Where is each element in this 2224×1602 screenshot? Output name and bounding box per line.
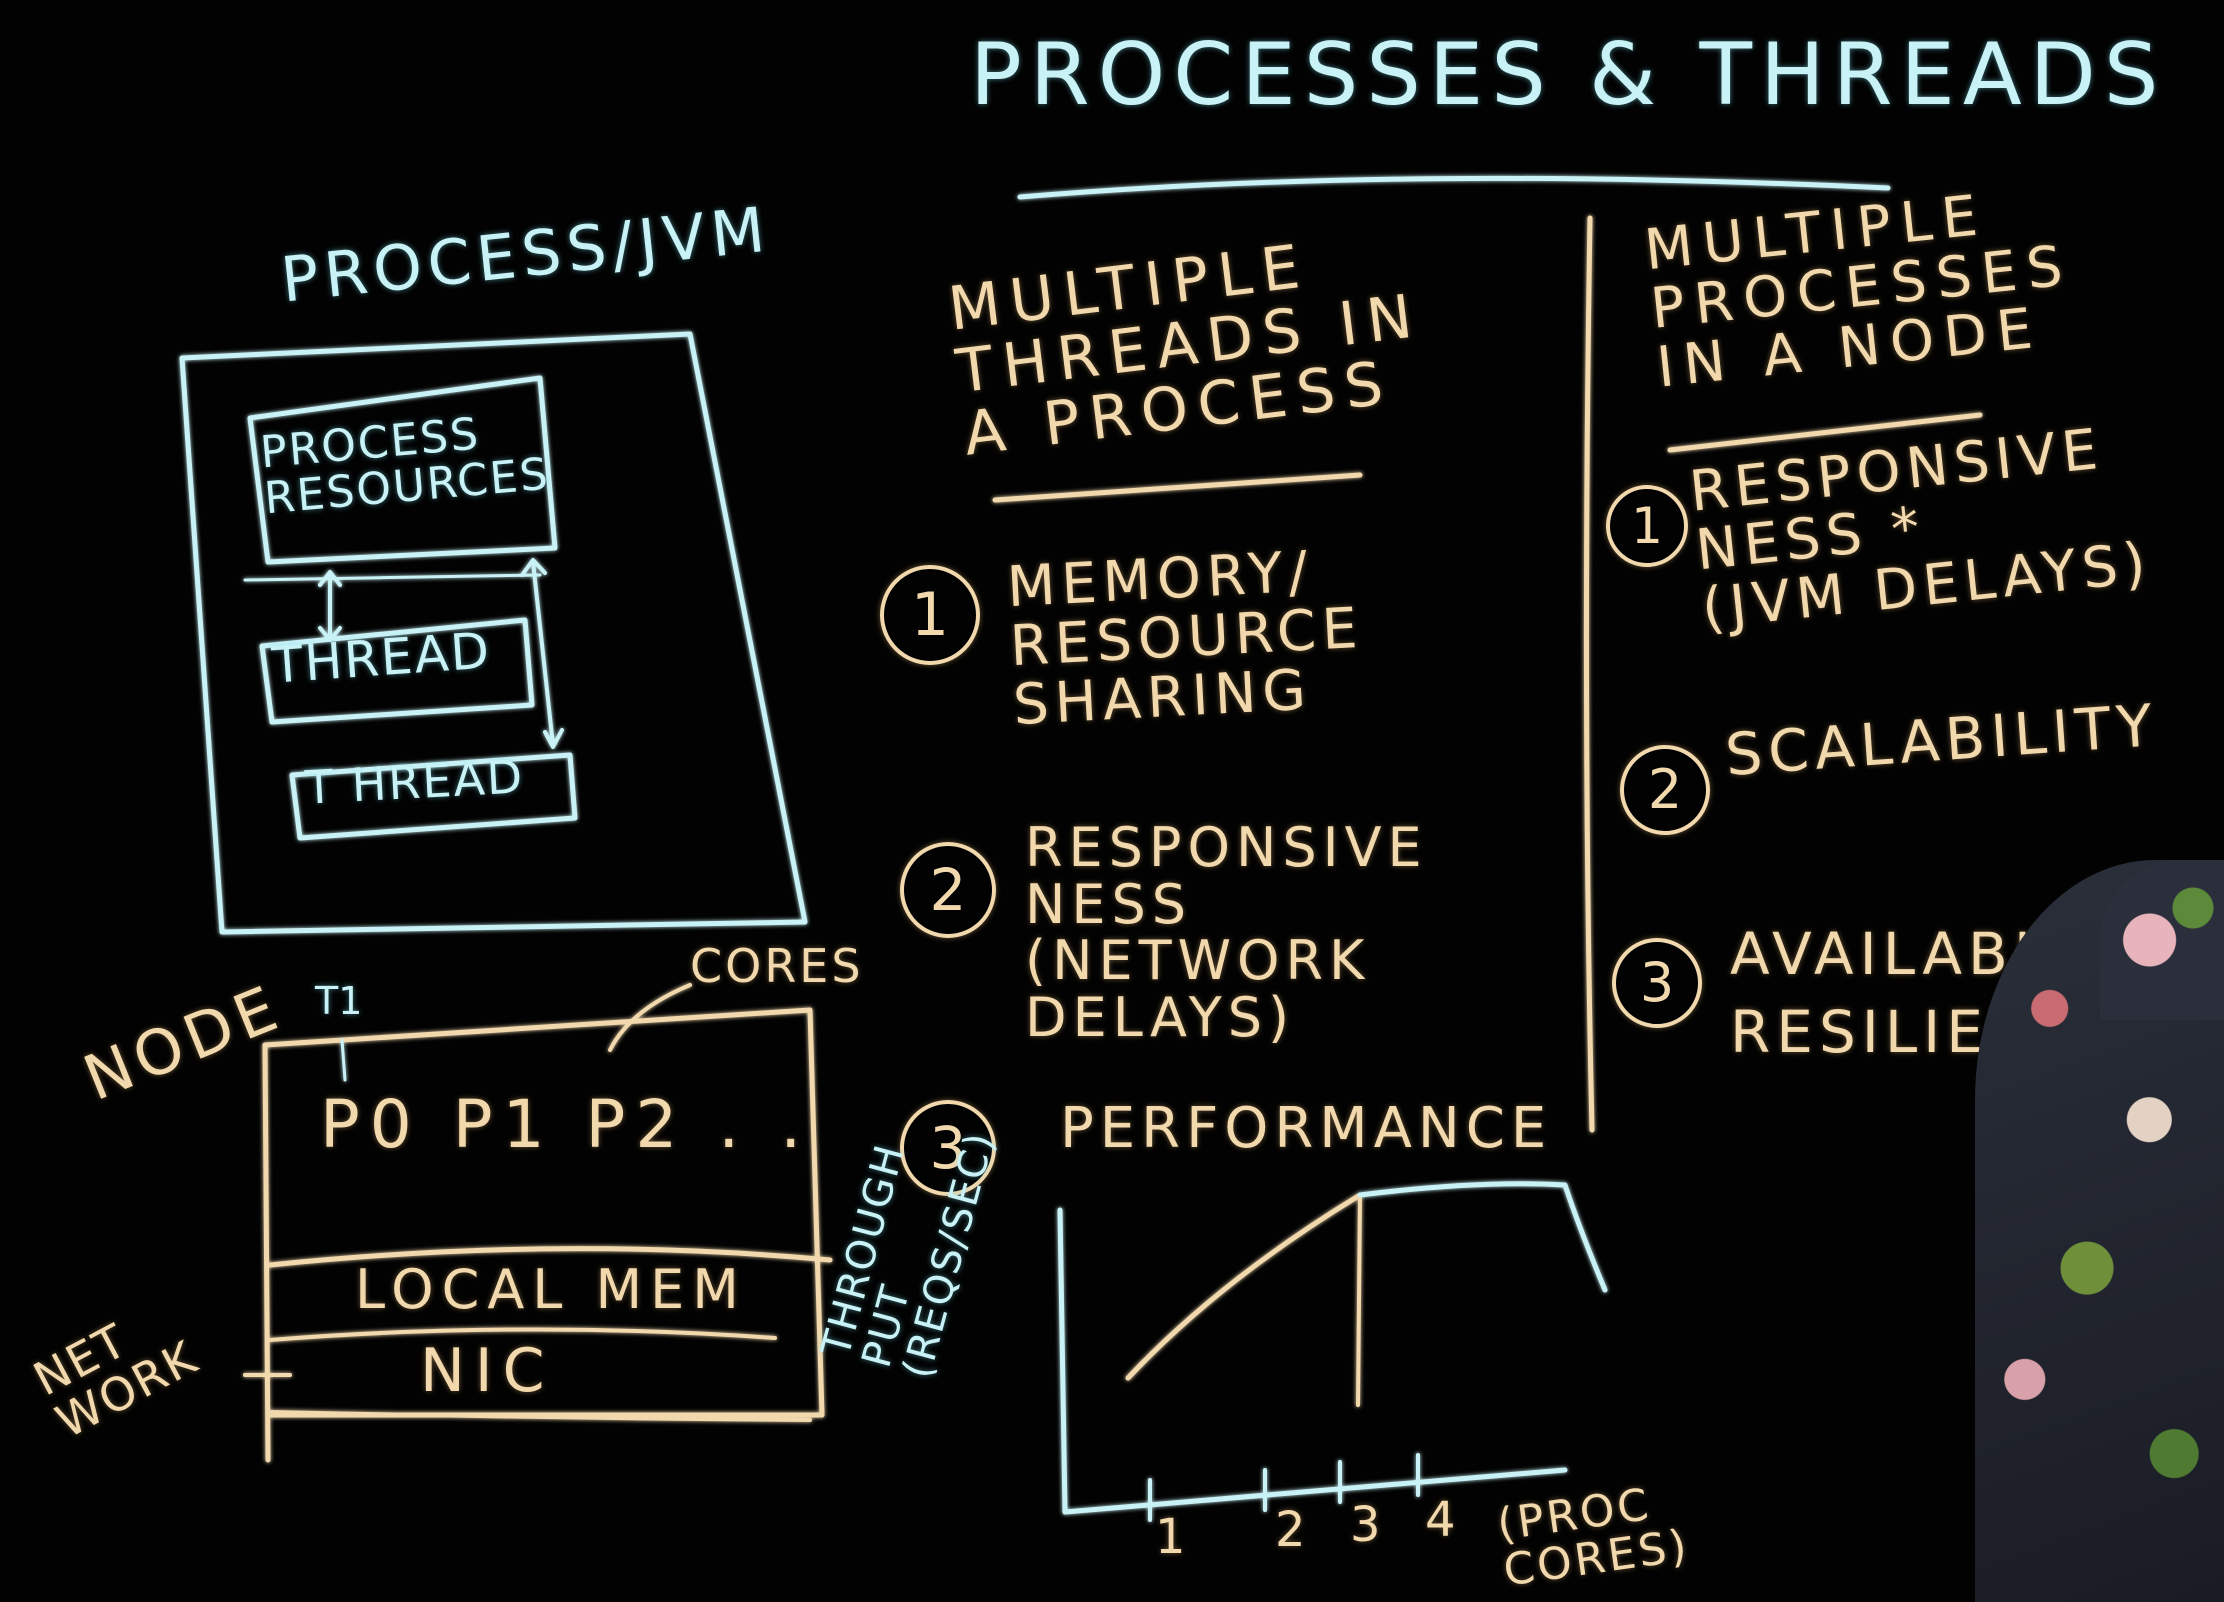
graph-y-axis: [1057, 1207, 1068, 1515]
graph-xtick-3: 3: [1350, 1497, 1387, 1553]
graph-x-axis: [1062, 1467, 1568, 1515]
processes-item-1-badge: 1: [1606, 485, 1688, 567]
t1-label: T1: [315, 979, 363, 1023]
throughput-rise: [1125, 1192, 1363, 1381]
thread2-label: T HREAD: [303, 749, 526, 815]
processes-item-2-badge: 2: [1620, 745, 1710, 835]
cores-label: CORES: [690, 939, 864, 993]
graph-xtick-1: 1: [1155, 1509, 1192, 1565]
nic-label: NIC: [420, 1336, 555, 1406]
throughput-plateau: [1357, 1181, 1608, 1293]
peak-marker: [1356, 1193, 1362, 1407]
graph-xtick-2: 2: [1275, 1502, 1312, 1558]
column-divider: [1583, 215, 1595, 1133]
title-underline: [1017, 175, 1891, 200]
threads-item-2-badge: 2: [900, 842, 996, 938]
arrow-1: [318, 570, 342, 642]
graph-xtick-4: 4: [1425, 1492, 1462, 1548]
local-mem-label: LOCAL MEM: [355, 1258, 747, 1321]
processes-item-3-badge: 3: [1612, 938, 1702, 1028]
threads-item-1-badge: 1: [880, 565, 980, 665]
threads-heading-underline: [992, 472, 1363, 503]
cpu-list: P0 P1 P2 . .: [320, 1086, 812, 1163]
page-title: PROCESSES & THREADS: [970, 25, 2167, 125]
threads-item-3-text: PERFORMANCE: [1060, 1096, 1553, 1161]
threads-item-2-text: RESPONSIVE NESS (NETWORK DELAYS): [1025, 816, 1428, 1050]
node-left-edge: [262, 1042, 271, 1463]
threads-item-1-text: MEMORY/ RESOURCE SHARING: [1005, 539, 1365, 738]
